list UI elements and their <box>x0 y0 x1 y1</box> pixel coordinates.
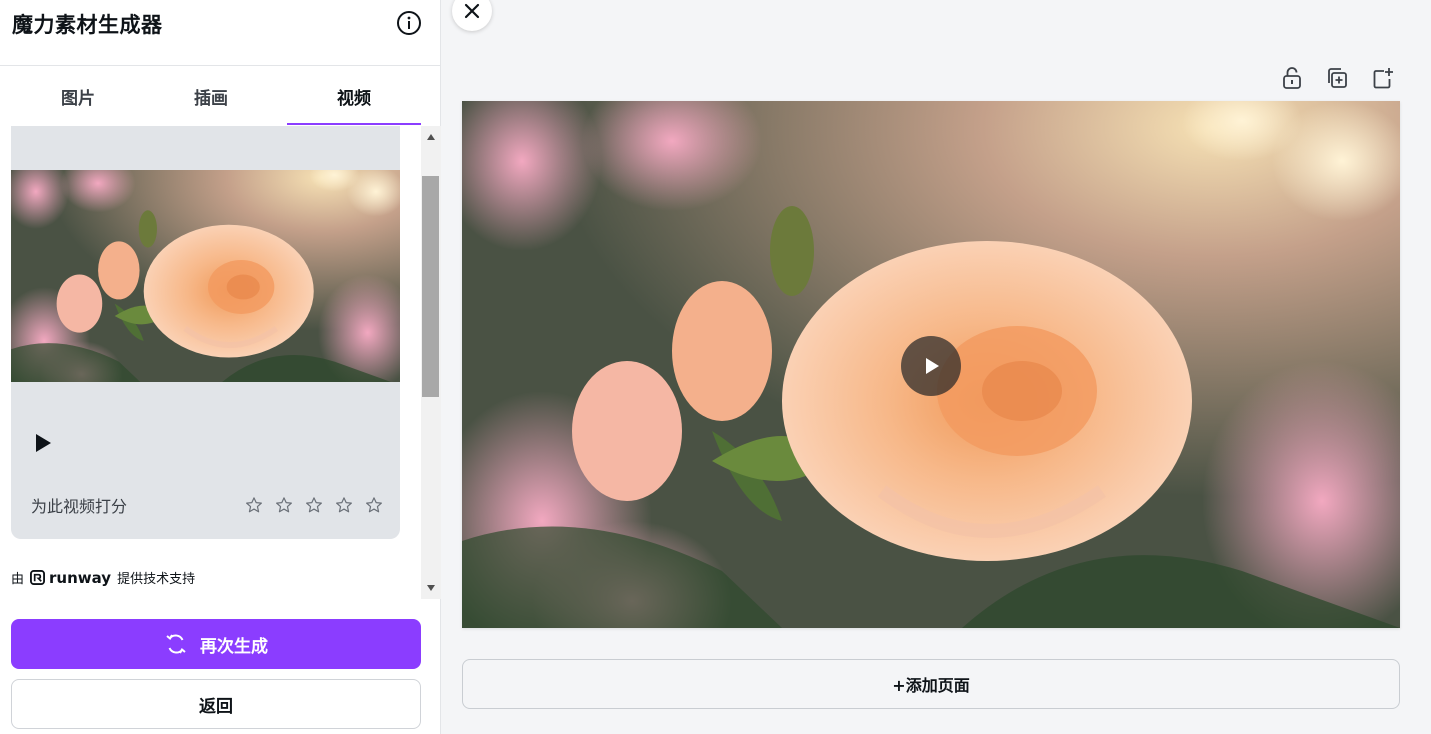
unlock-icon[interactable] <box>1281 66 1303 90</box>
video-thumbnail[interactable] <box>11 170 400 382</box>
regenerate-button[interactable]: 再次生成 <box>11 619 421 669</box>
add-page-icon[interactable] <box>1372 66 1394 90</box>
active-tab-indicator <box>287 123 421 125</box>
tab-videos[interactable]: 视频 <box>287 66 421 126</box>
runway-mark-icon <box>30 570 46 585</box>
refresh-icon <box>166 634 186 654</box>
video-result-card: 为此视频打分 <box>11 126 400 539</box>
add-page-button[interactable]: +添加页面 <box>462 659 1400 709</box>
tab-images[interactable]: 图片 <box>11 66 145 126</box>
star-icon[interactable] <box>359 493 389 517</box>
duplicate-page-icon[interactable] <box>1326 66 1348 90</box>
scroll-down-arrow-icon[interactable] <box>421 579 441 597</box>
powered-by-suffix: 提供技术支持 <box>117 572 196 587</box>
star-rating <box>239 493 389 517</box>
panel-scrollbar[interactable] <box>421 126 441 599</box>
play-icon[interactable] <box>31 431 55 455</box>
star-icon[interactable] <box>299 493 329 517</box>
play-icon[interactable] <box>901 336 961 396</box>
side-panel: 魔力素材生成器 图片 插画 视频 为此视频打分 由 runway 提供技术支持 … <box>0 0 441 734</box>
runway-logo: runway <box>30 569 111 587</box>
tab-bar: 图片 插画 视频 <box>0 66 441 126</box>
scroll-up-arrow-icon[interactable] <box>421 128 441 146</box>
results-scroll-area: 为此视频打分 由 runway 提供技术支持 <box>0 126 441 599</box>
runway-brand: runway <box>49 568 112 587</box>
scrollbar-thumb[interactable] <box>422 176 439 397</box>
rating-label: 为此视频打分 <box>31 497 128 516</box>
star-icon[interactable] <box>329 493 359 517</box>
back-button[interactable]: 返回 <box>11 679 421 729</box>
powered-by-note: 由 runway 提供技术支持 <box>11 568 196 588</box>
powered-by-prefix: 由 <box>11 572 25 587</box>
panel-title: 魔力素材生成器 <box>12 13 163 37</box>
star-icon[interactable] <box>269 493 299 517</box>
regenerate-label: 再次生成 <box>200 636 268 657</box>
info-icon[interactable] <box>396 10 422 36</box>
tab-illustrations[interactable]: 插画 <box>145 66 277 126</box>
star-icon[interactable] <box>239 493 269 517</box>
design-canvas[interactable] <box>462 101 1400 628</box>
close-icon[interactable] <box>452 0 492 31</box>
